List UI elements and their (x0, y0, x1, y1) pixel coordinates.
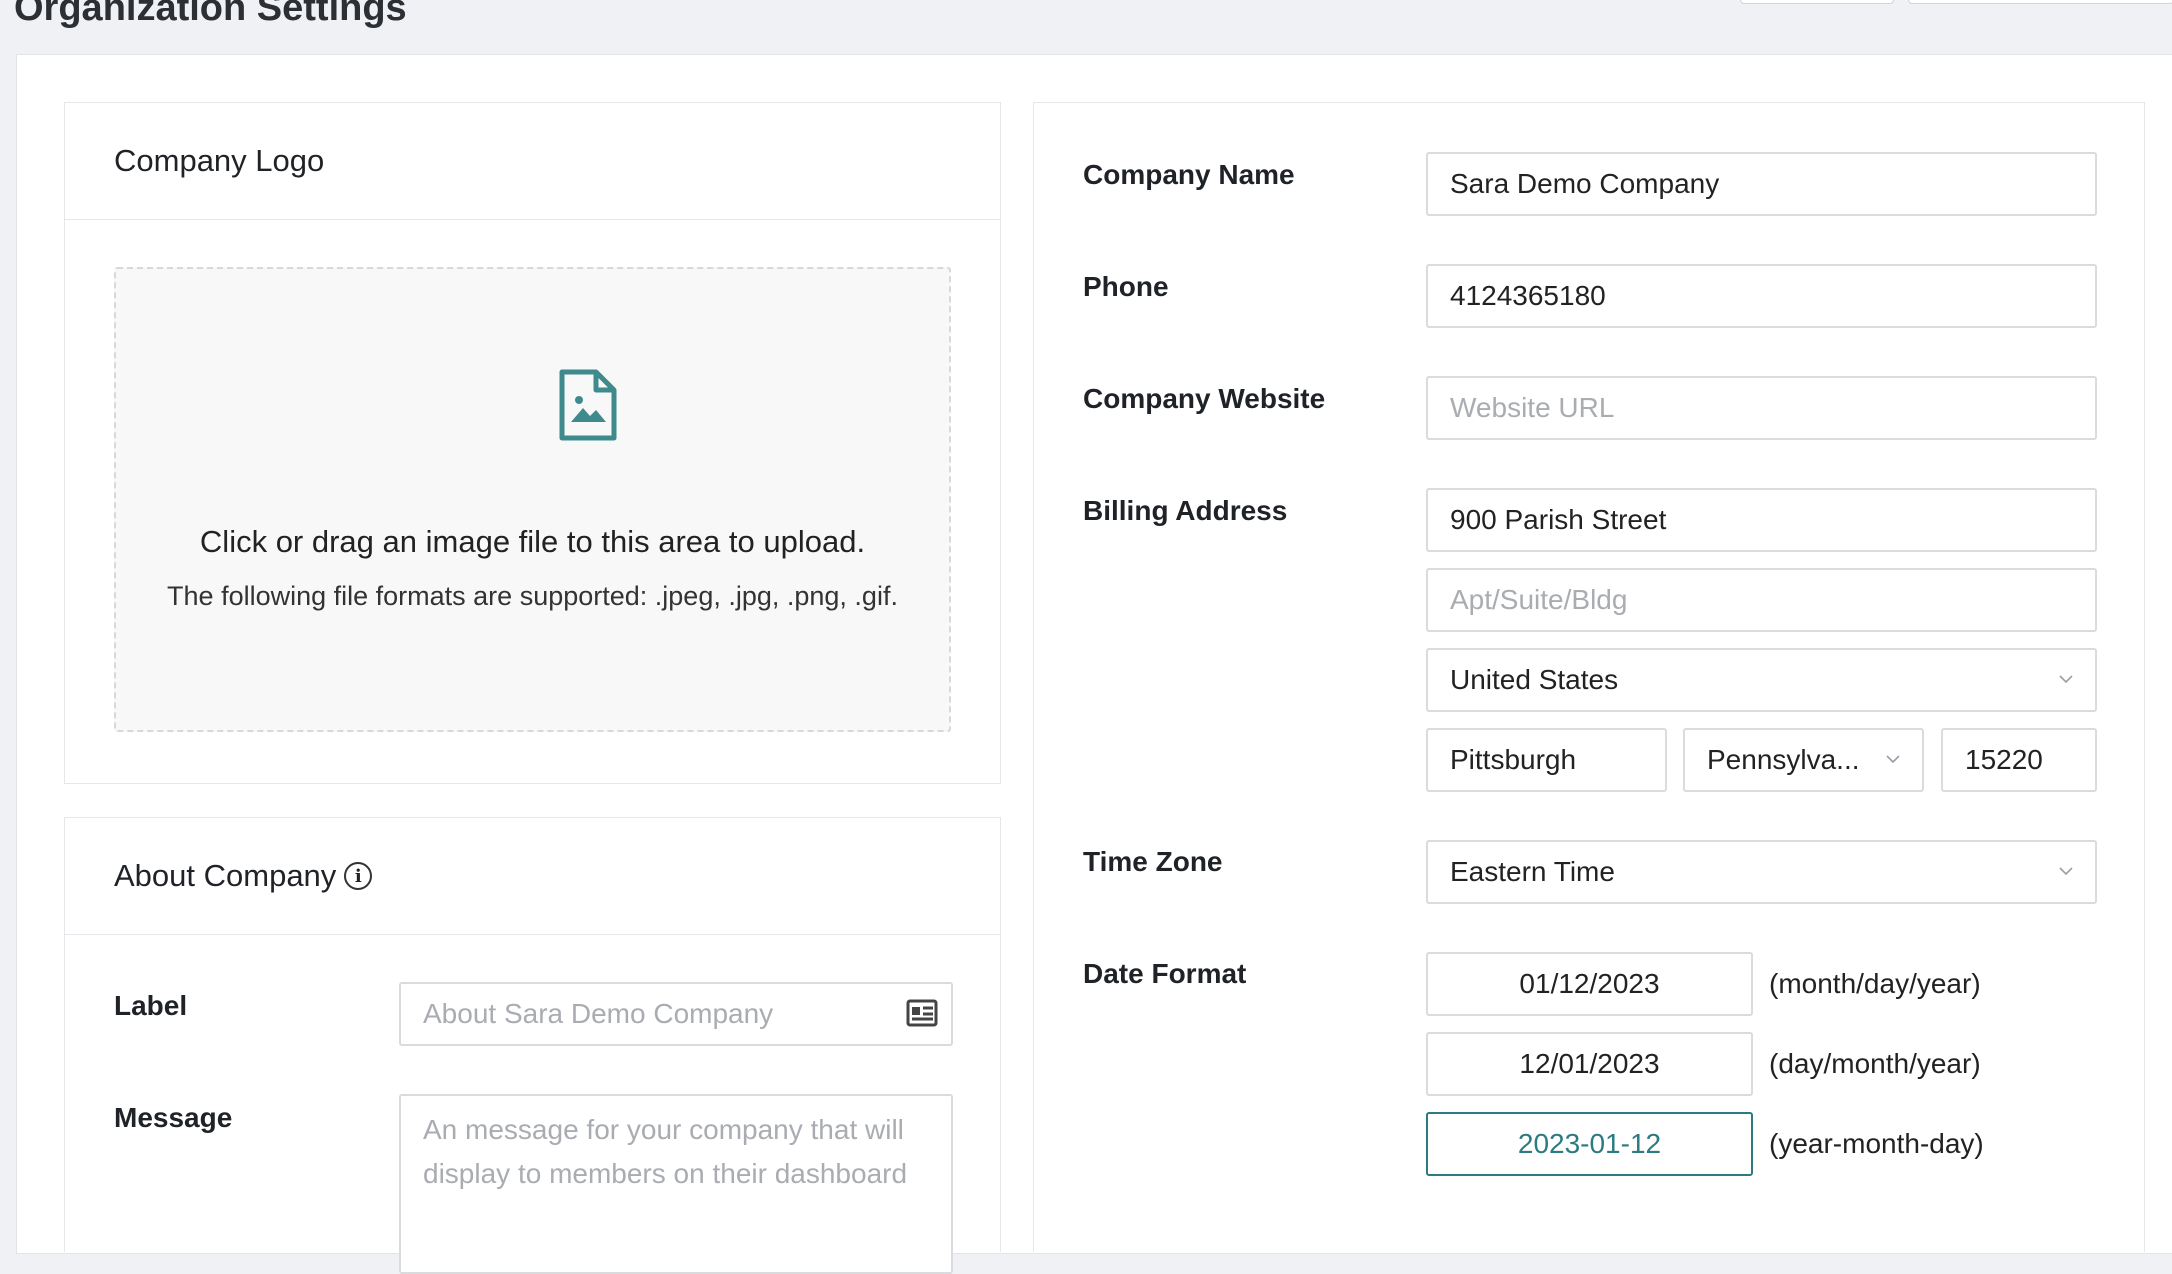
company-name-label: Company Name (1083, 159, 1295, 190)
date-format-label: Date Format (1083, 958, 1247, 989)
company-website-input[interactable]: Website URL (1426, 376, 2097, 440)
date-format-note: (day/month/year) (1769, 1048, 1981, 1079)
date-format-option-ymd[interactable]: 2023-01-12 (1426, 1112, 1753, 1176)
time-zone-select[interactable]: Eastern Time (1426, 840, 2097, 904)
about-label-input[interactable] (399, 982, 953, 1046)
chevron-down-icon (2059, 675, 2073, 684)
apt-suite-input[interactable]: Apt/Suite/Bldg (1426, 568, 2097, 632)
logo-upload-dropzone[interactable]: Click or drag an image file to this area… (114, 267, 951, 732)
date-format-option-dmy[interactable]: 12/01/2023 (1426, 1032, 1753, 1096)
country-select[interactable]: United States (1426, 648, 2097, 712)
header-button[interactable] (1908, 0, 2172, 4)
date-format-option-mdy[interactable]: 01/12/2023 (1426, 952, 1753, 1016)
header-button[interactable] (1740, 0, 1894, 4)
state-select[interactable]: Pennsylva... (1683, 728, 1924, 792)
label-field-label: Label (114, 990, 188, 1021)
about-message-textarea[interactable] (399, 1094, 953, 1274)
date-format-note: (year-month-day) (1769, 1128, 1984, 1159)
company-logo-title: Company Logo (65, 103, 1000, 220)
time-zone-label: Time Zone (1083, 846, 1223, 877)
city-input[interactable]: Pittsburgh (1426, 728, 1667, 792)
billing-address-label: Billing Address (1083, 495, 1288, 526)
supported-formats-text: The following file formats are supported… (167, 581, 898, 611)
image-file-icon (559, 369, 617, 441)
country-value: United States (1450, 664, 1619, 695)
street-address-input[interactable]: 900 Parish Street (1426, 488, 2097, 552)
company-logo-card: Company Logo Click or drag an image file… (64, 102, 1001, 784)
about-company-header: About Company i (65, 818, 1000, 935)
company-website-label: Company Website (1083, 383, 1326, 414)
phone-label: Phone (1083, 271, 1169, 302)
state-value: Pennsylva... (1707, 744, 1860, 775)
company-details-card: Company Name Sara Demo Company Phone 412… (1033, 102, 2145, 1252)
page-title: Organization Settings (14, 0, 407, 29)
date-format-note: (month/day/year) (1769, 968, 1981, 999)
phone-input[interactable]: 4124365180 (1426, 264, 2097, 328)
about-company-title: About Company (114, 858, 337, 893)
message-field-label: Message (114, 1102, 233, 1133)
about-company-card: About Company i Label Message (64, 817, 1001, 1274)
time-zone-value: Eastern Time (1450, 856, 1615, 887)
chevron-down-icon (2059, 867, 2073, 876)
info-icon[interactable]: i (344, 862, 373, 890)
company-name-input[interactable]: Sara Demo Company (1426, 152, 2097, 216)
upload-instructions: Click or drag an image file to this area… (199, 524, 866, 559)
chevron-down-icon (1886, 755, 1900, 764)
zip-input[interactable]: 15220 (1941, 728, 2097, 792)
id-card-icon (906, 999, 938, 1027)
